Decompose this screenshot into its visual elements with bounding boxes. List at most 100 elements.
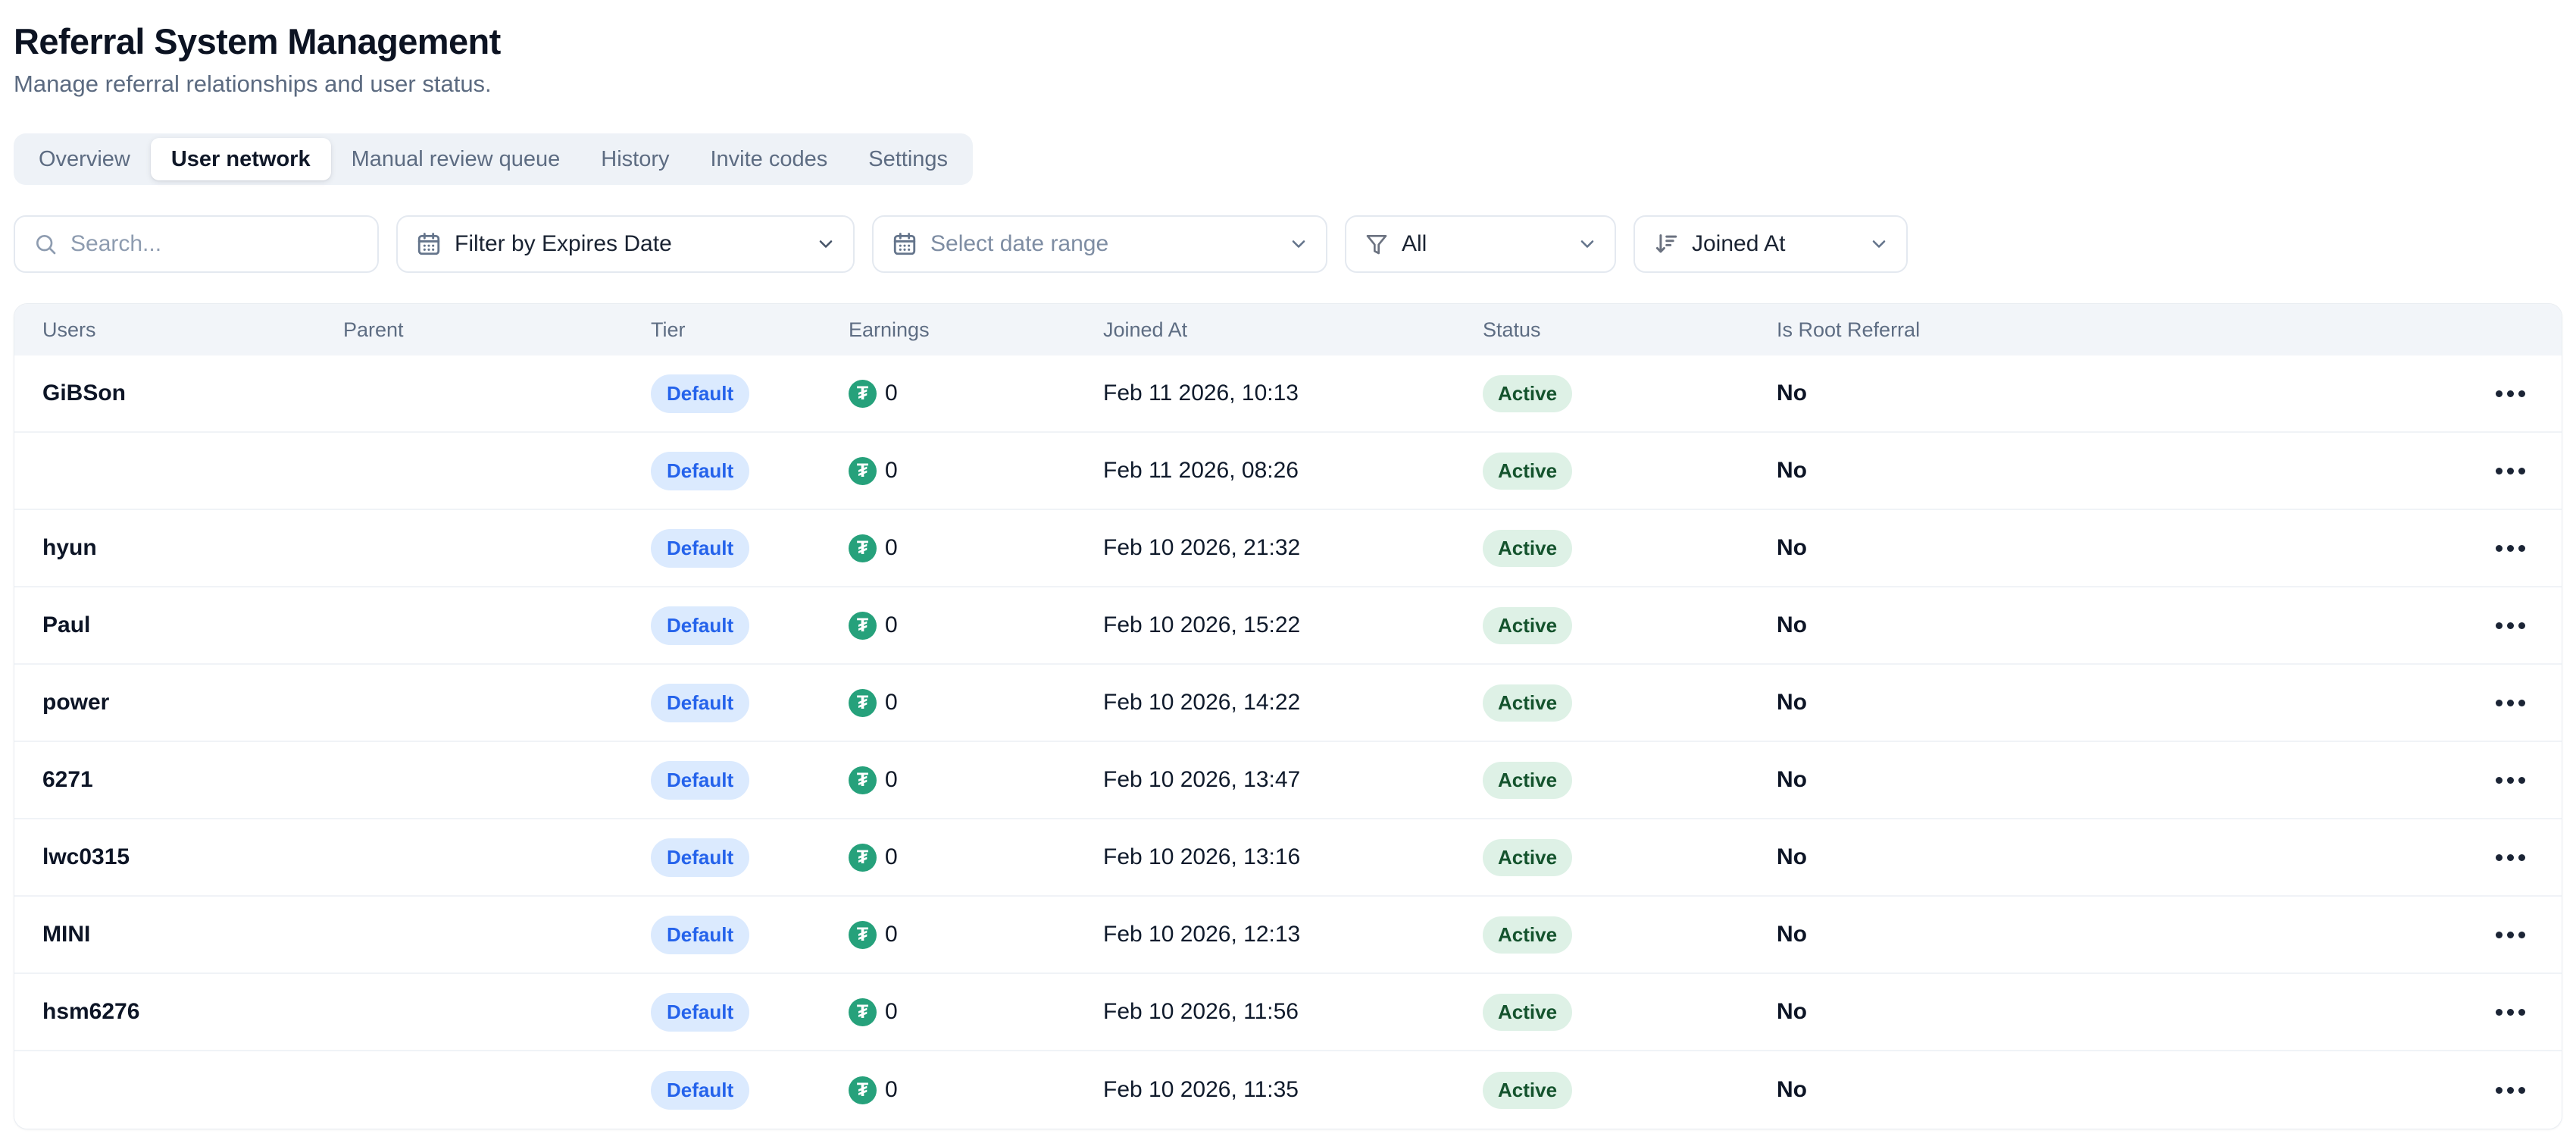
table-row: GiBSon Default ₮ 0 Feb 11 2026, 10:13 Ac…: [14, 355, 2562, 433]
search-input[interactable]: [69, 230, 368, 258]
tier-badge: Default: [651, 838, 749, 877]
expires-date-filter-label: Filter by Expires Date: [455, 231, 672, 257]
earnings-cell: ₮ 0: [849, 921, 1103, 949]
earnings-value: 0: [885, 535, 898, 561]
ellipsis-icon: [2496, 777, 2503, 784]
sort-dropdown[interactable]: Joined At: [1633, 215, 1908, 273]
ellipsis-icon: [2496, 545, 2503, 552]
row-actions-button[interactable]: [2480, 757, 2540, 803]
status-badge: Active: [1483, 530, 1572, 567]
earnings-cell: ₮ 0: [849, 689, 1103, 717]
referral-management-page: Referral System Management Manage referr…: [0, 0, 2576, 1129]
earnings-value: 0: [885, 381, 898, 406]
user-name: 6271: [42, 767, 343, 793]
user-name: power: [42, 690, 343, 716]
joined-at: Feb 10 2026, 12:13: [1103, 922, 1483, 947]
is-root-referral: No: [1777, 922, 2462, 947]
tether-icon: ₮: [849, 612, 877, 640]
ellipsis-icon: [2496, 1009, 2503, 1016]
ellipsis-icon: [2496, 622, 2503, 629]
is-root-referral: No: [1777, 690, 2462, 716]
joined-at: Feb 10 2026, 13:47: [1103, 767, 1483, 793]
tab-bar: Overview User network Manual review queu…: [14, 133, 973, 185]
tab-user-network[interactable]: User network: [151, 138, 331, 180]
sort-descending-icon: [1653, 231, 1679, 257]
calendar-icon: [892, 231, 918, 257]
column-header-status: Status: [1483, 318, 1777, 342]
table-header: Users Parent Tier Earnings Joined At Sta…: [14, 304, 2562, 355]
tether-icon: ₮: [849, 998, 877, 1026]
expires-date-filter-dropdown[interactable]: Filter by Expires Date: [396, 215, 855, 273]
status-badge: Active: [1483, 916, 1572, 954]
column-header-parent: Parent: [343, 318, 651, 342]
row-actions-button[interactable]: [2480, 835, 2540, 880]
row-actions-button[interactable]: [2480, 989, 2540, 1035]
earnings-value: 0: [885, 922, 898, 947]
row-actions-button[interactable]: [2480, 680, 2540, 725]
tab-overview[interactable]: Overview: [18, 138, 151, 180]
tier-badge: Default: [651, 374, 749, 413]
chevron-down-icon: [815, 233, 836, 255]
table-row: hsm6276 Default ₮ 0 Feb 10 2026, 11:56 A…: [14, 974, 2562, 1051]
ellipsis-icon: [2496, 468, 2503, 474]
earnings-cell: ₮ 0: [849, 457, 1103, 485]
tether-icon: ₮: [849, 689, 877, 717]
earnings-value: 0: [885, 767, 898, 793]
tether-icon: ₮: [849, 844, 877, 872]
tab-manual-review-queue[interactable]: Manual review queue: [331, 138, 581, 180]
row-actions-button[interactable]: [2480, 448, 2540, 493]
row-actions-button[interactable]: [2480, 371, 2540, 416]
status-badge: Active: [1483, 607, 1572, 644]
column-header-earnings: Earnings: [849, 318, 1103, 342]
earnings-value: 0: [885, 458, 898, 484]
is-root-referral: No: [1777, 612, 2462, 638]
column-header-users: Users: [42, 318, 343, 342]
search-box[interactable]: [14, 215, 379, 273]
column-header-is-root-referral: Is Root Referral: [1777, 318, 2462, 342]
tier-badge: Default: [651, 916, 749, 954]
column-header-joined-at: Joined At: [1103, 318, 1483, 342]
earnings-cell: ₮ 0: [849, 1076, 1103, 1104]
sort-label: Joined At: [1692, 231, 1785, 257]
chevron-down-icon: [1868, 233, 1890, 255]
page-title: Referral System Management: [14, 20, 2562, 64]
chevron-down-icon: [1577, 233, 1598, 255]
table-row: lwc0315 Default ₮ 0 Feb 10 2026, 13:16 A…: [14, 819, 2562, 897]
joined-at: Feb 10 2026, 13:16: [1103, 844, 1483, 870]
tab-invite-codes[interactable]: Invite codes: [690, 138, 849, 180]
row-actions-button[interactable]: [2480, 1067, 2540, 1113]
status-filter-dropdown[interactable]: All: [1345, 215, 1616, 273]
is-root-referral: No: [1777, 1077, 2462, 1103]
joined-at: Feb 11 2026, 08:26: [1103, 458, 1483, 484]
user-name: hyun: [42, 535, 343, 561]
filter-bar: Filter by Expires Date Sele: [14, 215, 2562, 273]
row-actions-button[interactable]: [2480, 525, 2540, 571]
tier-badge: Default: [651, 993, 749, 1032]
row-actions-button[interactable]: [2480, 603, 2540, 648]
status-badge: Active: [1483, 839, 1572, 876]
tether-icon: ₮: [849, 457, 877, 485]
earnings-cell: ₮ 0: [849, 380, 1103, 408]
table-row: hyun Default ₮ 0 Feb 10 2026, 21:32 Acti…: [14, 510, 2562, 587]
table-body: GiBSon Default ₮ 0 Feb 11 2026, 10:13 Ac…: [14, 355, 2562, 1129]
date-range-label: Select date range: [930, 231, 1108, 257]
earnings-value: 0: [885, 690, 898, 716]
earnings-cell: ₮ 0: [849, 766, 1103, 794]
tether-icon: ₮: [849, 921, 877, 949]
status-badge: Active: [1483, 994, 1572, 1031]
row-actions-button[interactable]: [2480, 912, 2540, 957]
tab-settings[interactable]: Settings: [848, 138, 968, 180]
joined-at: Feb 10 2026, 11:35: [1103, 1077, 1483, 1103]
status-badge: Active: [1483, 684, 1572, 722]
date-range-dropdown[interactable]: Select date range: [872, 215, 1327, 273]
status-badge: Active: [1483, 375, 1572, 412]
earnings-value: 0: [885, 844, 898, 870]
calendar-icon: [416, 231, 442, 257]
table-row: MINI Default ₮ 0 Feb 10 2026, 12:13 Acti…: [14, 897, 2562, 974]
user-name: GiBSon: [42, 381, 343, 406]
tab-history[interactable]: History: [580, 138, 689, 180]
user-name: MINI: [42, 922, 343, 947]
is-root-referral: No: [1777, 535, 2462, 561]
table-row: power Default ₮ 0 Feb 10 2026, 14:22 Act…: [14, 665, 2562, 742]
status-badge: Active: [1483, 453, 1572, 490]
